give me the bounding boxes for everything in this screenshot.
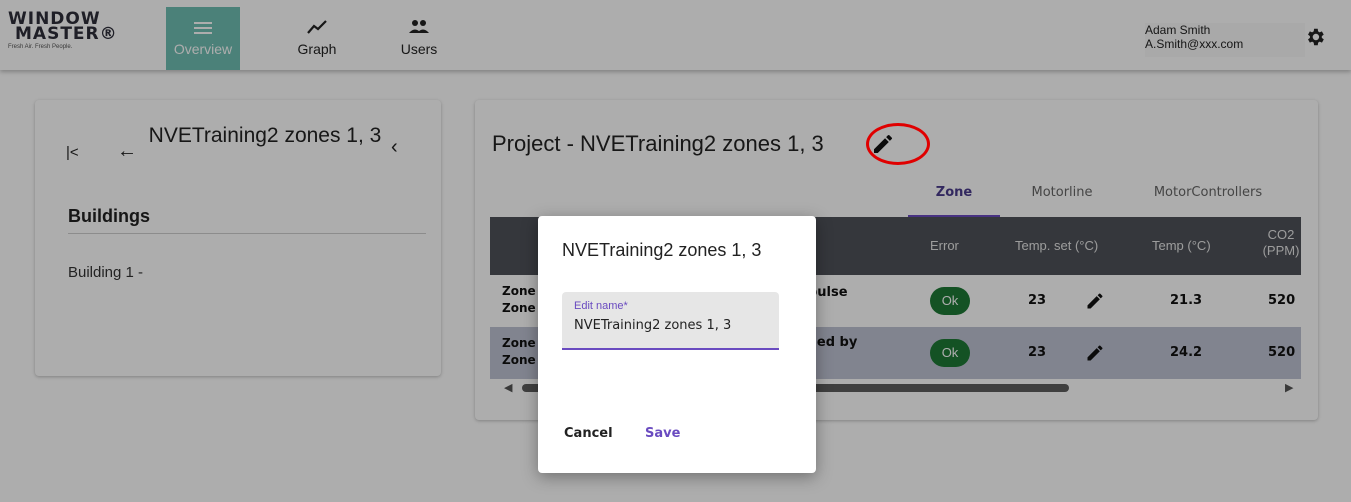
dialog-title: NVETraining2 zones 1, 3 — [562, 240, 762, 260]
edit-name-input[interactable] — [574, 318, 774, 333]
highlight-annotation-ring — [866, 123, 930, 165]
edit-name-field[interactable]: Edit name* — [562, 292, 779, 350]
cancel-button[interactable]: Cancel — [564, 426, 613, 441]
edit-name-dialog: NVETraining2 zones 1, 3 Edit name* Cance… — [538, 216, 816, 473]
save-button[interactable]: Save — [645, 426, 680, 441]
edit-name-label: Edit name* — [574, 300, 628, 312]
